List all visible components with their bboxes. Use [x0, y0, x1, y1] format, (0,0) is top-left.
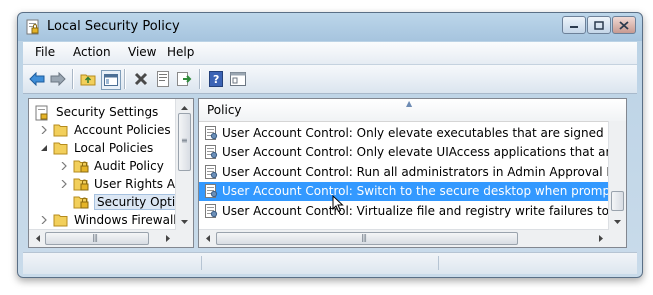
- tree-horizontal-scrollbar[interactable]: |||: [29, 229, 176, 247]
- tree-item[interactable]: Security Settings: [35, 103, 158, 121]
- tree-item[interactable]: Windows Firewall w: [39, 211, 190, 229]
- toolbar: ?: [23, 65, 637, 94]
- scroll-right-icon[interactable]: [592, 230, 609, 247]
- expand-arrow-icon[interactable]: [59, 179, 69, 189]
- list-vertical-scrollbar[interactable]: [608, 121, 626, 230]
- toolbar-separator: [124, 69, 126, 89]
- policy-column-header[interactable]: ▲ Policy: [199, 99, 626, 122]
- maximize-button[interactable]: [587, 16, 611, 34]
- list-horizontal-scrollbar[interactable]: |||: [199, 229, 609, 247]
- security-settings-icon: [35, 105, 52, 121]
- menu-action[interactable]: Action: [67, 45, 117, 59]
- tree-item-label: Local Policies: [74, 141, 154, 155]
- console-icon[interactable]: [229, 70, 247, 88]
- scroll-left-icon[interactable]: [29, 230, 46, 247]
- scroll-right-icon[interactable]: [159, 230, 176, 247]
- policy-name: User Account Control: Run all administra…: [222, 164, 609, 179]
- tree-item-label: Audit Policy: [94, 159, 164, 173]
- menu-file[interactable]: File: [29, 45, 61, 59]
- scroll-down-icon[interactable]: [609, 213, 626, 230]
- list-vscroll-thumb[interactable]: [611, 191, 624, 211]
- policy-icon: [204, 184, 218, 198]
- menu-bar: File Action View Help: [23, 42, 637, 65]
- tree-vscroll-thumb[interactable]: ≡: [178, 113, 191, 171]
- policy-name: User Account Control: Only elevate execu…: [222, 125, 609, 140]
- menu-help[interactable]: Help: [161, 45, 200, 59]
- policy-name: User Account Control: Switch to the secu…: [222, 184, 609, 198]
- policy-row[interactable]: User Account Control: Virtualize file an…: [199, 201, 609, 220]
- tree-item[interactable]: Audit Policy: [59, 157, 164, 175]
- scroll-corner: [609, 230, 626, 247]
- tree-item[interactable]: Local Policies: [39, 139, 153, 157]
- policy-row[interactable]: User Account Control: Switch to the secu…: [199, 181, 609, 201]
- svg-text:?: ?: [213, 73, 219, 86]
- policy-icon: [204, 164, 218, 179]
- tree-item-label: Account Policies: [74, 123, 171, 137]
- policy-row[interactable]: User Account Control: Run all administra…: [199, 162, 609, 181]
- minimize-button[interactable]: [562, 16, 586, 34]
- tree-item[interactable]: Account Policies: [39, 121, 171, 139]
- collapse-arrow-icon[interactable]: [39, 143, 49, 153]
- folder-icon: [73, 177, 90, 191]
- tree-item[interactable]: User Rights Assig: [59, 175, 193, 193]
- close-button[interactable]: [612, 16, 636, 34]
- policy-column-label: Policy: [207, 103, 242, 117]
- mouse-pointer-icon: [332, 195, 344, 213]
- security-policy-icon: [26, 19, 40, 35]
- status-divider: [201, 256, 202, 270]
- scroll-left-icon[interactable]: [199, 230, 216, 247]
- folder-icon: [53, 213, 70, 227]
- expand-arrow-icon[interactable]: [39, 215, 49, 225]
- sort-ascending-icon: ▲: [406, 99, 413, 108]
- console-tree[interactable]: Security Settings Account Policies Local P…: [28, 98, 194, 248]
- up-folder-icon[interactable]: [79, 70, 97, 88]
- policy-name: User Account Control: Virtualize file an…: [222, 203, 609, 218]
- tree-vertical-scrollbar[interactable]: ≡: [175, 99, 193, 230]
- scroll-corner: [176, 230, 193, 247]
- help-icon[interactable]: ?: [207, 70, 225, 88]
- tree-hscroll-thumb[interactable]: |||: [45, 232, 149, 245]
- close-icon: [619, 20, 629, 30]
- expand-arrow-icon[interactable]: [39, 125, 49, 135]
- back-arrow-icon[interactable]: [28, 70, 46, 88]
- status-divider: [438, 256, 439, 270]
- toolbar-separator: [72, 69, 74, 89]
- tree-item-label: Security Settings: [56, 105, 159, 119]
- tree-item-label: Windows Firewall w: [74, 213, 191, 227]
- menu-view[interactable]: View: [122, 45, 162, 59]
- folder-icon: [53, 141, 70, 155]
- list-hscroll-thumb[interactable]: |||: [216, 232, 518, 245]
- policy-icon: [204, 203, 218, 218]
- window-title: Local Security Policy: [47, 19, 180, 34]
- export-list-icon[interactable]: [176, 70, 194, 88]
- status-bar: [23, 252, 637, 274]
- title-bar[interactable]: Local Security Policy: [18, 13, 642, 39]
- properties-icon[interactable]: [154, 70, 172, 88]
- forward-arrow-icon[interactable]: [49, 70, 67, 88]
- minimize-icon: [570, 26, 578, 28]
- delete-icon[interactable]: [132, 70, 150, 88]
- policy-row[interactable]: User Account Control: Only elevate execu…: [199, 123, 609, 142]
- tree-item[interactable]: Security Options: [59, 193, 193, 211]
- details-pane[interactable]: ▲ Policy User Account Control: Only elev…: [198, 98, 627, 248]
- folder-icon: [73, 195, 90, 209]
- policy-name: User Account Control: Only elevate UIAcc…: [222, 145, 609, 159]
- main-window: Local Security Policy File Action View H…: [17, 12, 643, 278]
- scroll-down-icon[interactable]: [176, 213, 193, 230]
- maximize-icon: [594, 20, 604, 30]
- folder-icon: [73, 159, 90, 173]
- policy-icon: [204, 125, 218, 140]
- policy-icon: [204, 145, 218, 159]
- toolbar-separator: [199, 69, 201, 89]
- show-hide-tree-icon[interactable]: [101, 70, 121, 90]
- folder-icon: [53, 123, 70, 137]
- expand-arrow-icon[interactable]: [59, 161, 69, 171]
- policy-row[interactable]: User Account Control: Only elevate UIAcc…: [199, 143, 609, 162]
